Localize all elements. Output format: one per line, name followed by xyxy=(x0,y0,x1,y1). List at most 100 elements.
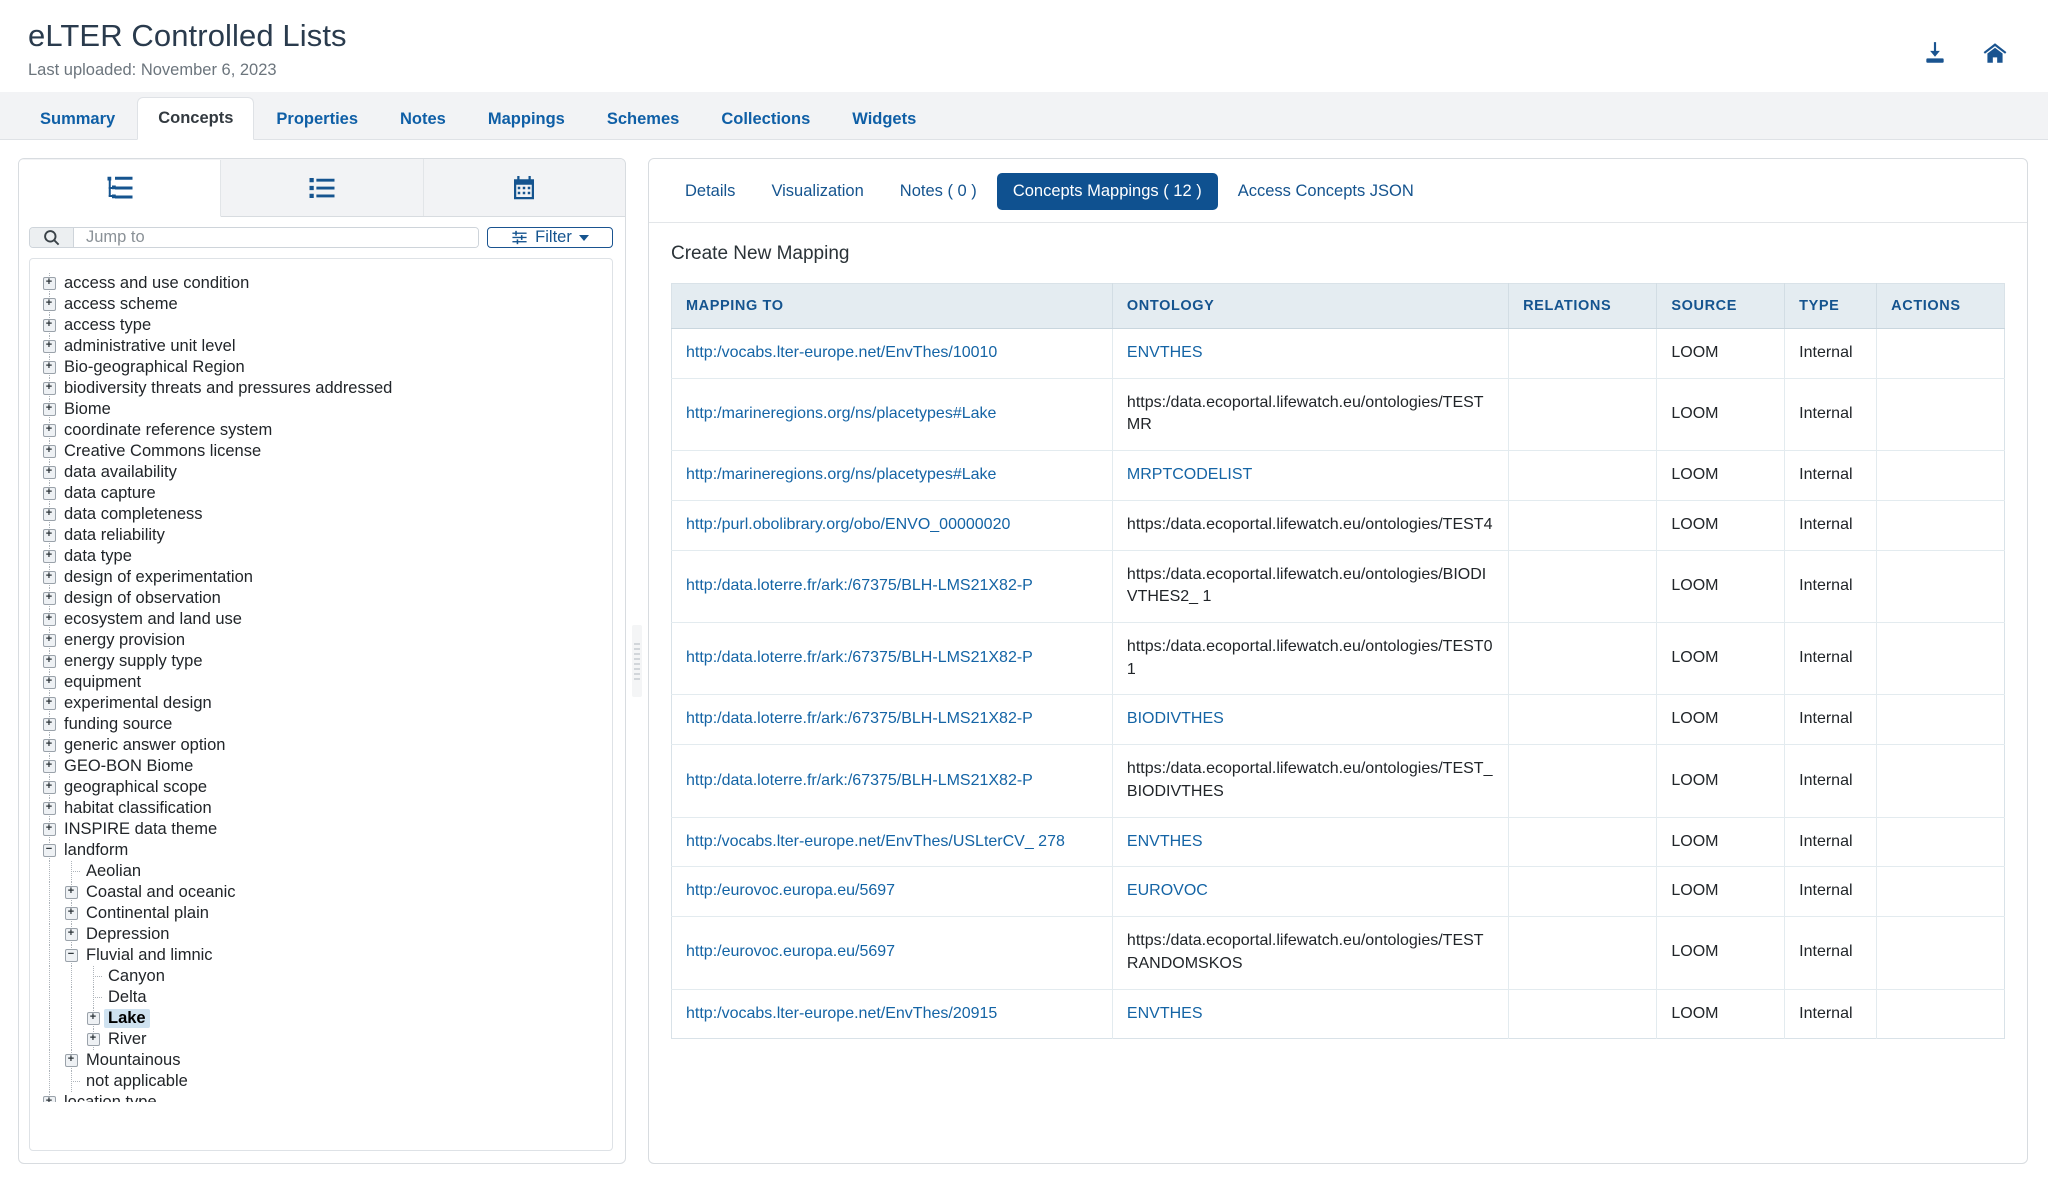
plus-icon[interactable]: + xyxy=(43,298,56,311)
plus-icon[interactable]: + xyxy=(43,823,56,836)
tree-row[interactable]: −Fluvial and limnic xyxy=(38,945,604,966)
minus-icon[interactable]: − xyxy=(65,949,78,962)
panel-splitter[interactable] xyxy=(626,158,648,1164)
tree-item-label[interactable]: Fluvial and limnic xyxy=(82,946,217,965)
tree-row[interactable]: +energy provision xyxy=(38,630,604,651)
tree-item-label[interactable]: funding source xyxy=(60,715,176,734)
mapping-to-link[interactable]: http:/data.loterre.fr/ark:/67375/BLH-LMS… xyxy=(686,649,1033,666)
tree-expand-toggle[interactable]: + xyxy=(38,630,60,651)
plus-icon[interactable]: + xyxy=(43,676,56,689)
ontology-link[interactable]: ENVTHES xyxy=(1127,1005,1203,1022)
tree-expand-toggle[interactable]: + xyxy=(82,1008,104,1029)
plus-icon[interactable]: + xyxy=(43,1096,56,1102)
tree-row[interactable]: +energy supply type xyxy=(38,651,604,672)
tree-row[interactable]: +GEO-BON Biome xyxy=(38,756,604,777)
tree-item-label[interactable]: Depression xyxy=(82,925,173,944)
tree-expand-toggle[interactable]: + xyxy=(38,441,60,462)
ontology-link[interactable]: EUROVOC xyxy=(1127,882,1208,899)
tree-expand-toggle[interactable]: + xyxy=(60,1050,82,1071)
tree-item-label[interactable]: Creative Commons license xyxy=(60,442,265,461)
ontology-link[interactable]: MRPTCODELIST xyxy=(1127,466,1252,483)
tree-row[interactable]: +generic answer option xyxy=(38,735,604,756)
tree-item-label[interactable]: access scheme xyxy=(60,295,182,314)
tree-item-label[interactable]: design of experimentation xyxy=(60,568,257,587)
tab-summary[interactable]: Summary xyxy=(20,99,135,141)
tree-item-label[interactable]: coordinate reference system xyxy=(60,421,276,440)
tree-row[interactable]: +funding source xyxy=(38,714,604,735)
mapping-to-link[interactable]: http:/marineregions.org/ns/placetypes#La… xyxy=(686,405,996,422)
tree-item-label[interactable]: location type xyxy=(60,1093,161,1102)
tree-row[interactable]: + River xyxy=(38,1029,604,1050)
mapping-to-link[interactable]: http:/data.loterre.fr/ark:/67375/BLH-LMS… xyxy=(686,772,1033,789)
tree-row[interactable]: + experimental design xyxy=(38,693,604,714)
tree-item-label[interactable]: access type xyxy=(60,316,155,335)
tree-item-label[interactable]: GEO-BON Biome xyxy=(60,757,197,776)
plus-icon[interactable]: + xyxy=(43,277,56,290)
home-icon[interactable] xyxy=(1980,38,2010,68)
plus-icon[interactable]: + xyxy=(65,907,78,920)
tree-expand-toggle[interactable]: + xyxy=(38,525,60,546)
mapping-to-link[interactable]: http:/purl.obolibrary.org/obo/ENVO_00000… xyxy=(686,516,1010,533)
tree-expand-toggle[interactable]: + xyxy=(38,609,60,630)
tree-item-label[interactable]: equipment xyxy=(60,673,145,692)
tree-item-label[interactable]: River xyxy=(104,1030,151,1049)
plus-icon[interactable]: + xyxy=(43,697,56,710)
tree-row[interactable]: + INSPIRE data theme xyxy=(38,819,604,840)
tree-expand-toggle[interactable]: + xyxy=(38,315,60,336)
tab-properties[interactable]: Properties xyxy=(256,99,378,141)
tree-row[interactable]: +data completeness xyxy=(38,504,604,525)
plus-icon[interactable]: + xyxy=(43,340,56,353)
tree-item-label[interactable]: Biome xyxy=(60,400,115,419)
plus-icon[interactable]: + xyxy=(43,781,56,794)
calendar-view-icon[interactable] xyxy=(424,159,625,216)
download-icon[interactable] xyxy=(1920,38,1950,68)
tree-expand-toggle[interactable]: + xyxy=(38,693,60,714)
tree-row[interactable]: +design of experimentation xyxy=(38,567,604,588)
tree-row[interactable]: +access type xyxy=(38,315,604,336)
tree-item-label[interactable]: Bio-geographical Region xyxy=(60,358,249,377)
tree-row[interactable]: +habitat classification xyxy=(38,798,604,819)
subtab-concepts-mappings[interactable]: Concepts Mappings ( 12 ) xyxy=(997,173,1218,210)
tree-expand-toggle[interactable]: + xyxy=(38,504,60,525)
tree-item-label[interactable]: INSPIRE data theme xyxy=(60,820,221,839)
tab-mappings[interactable]: Mappings xyxy=(468,99,585,141)
plus-icon[interactable]: + xyxy=(87,1012,100,1025)
plus-icon[interactable]: + xyxy=(43,382,56,395)
tree-item-label[interactable]: Mountainous xyxy=(82,1051,184,1070)
tab-concepts[interactable]: Concepts xyxy=(137,97,254,141)
ontology-link[interactable]: BIODIVTHES xyxy=(1127,710,1224,727)
tab-collections[interactable]: Collections xyxy=(701,99,830,141)
tree-expand-toggle[interactable]: + xyxy=(38,336,60,357)
plus-icon[interactable]: + xyxy=(87,1033,100,1046)
tree-expand-toggle[interactable]: + xyxy=(38,777,60,798)
plus-icon[interactable]: + xyxy=(43,529,56,542)
tree-expand-toggle[interactable]: + xyxy=(38,273,60,294)
tree-row[interactable]: +ecosystem and land use xyxy=(38,609,604,630)
tree-item-label[interactable]: administrative unit level xyxy=(60,337,240,356)
mapping-to-link[interactable]: http:/eurovoc.europa.eu/5697 xyxy=(686,882,895,899)
tree-collapse-toggle[interactable]: − xyxy=(60,945,82,966)
tree-item-label[interactable]: Coastal and oceanic xyxy=(82,883,240,902)
tree-row[interactable]: Canyon xyxy=(38,966,604,987)
tree-expand-toggle[interactable]: + xyxy=(38,378,60,399)
tree-item-label[interactable]: experimental design xyxy=(60,694,216,713)
tree-item-label[interactable]: energy provision xyxy=(60,631,189,650)
tree-item-label[interactable]: Aeolian xyxy=(82,862,145,881)
search-input[interactable] xyxy=(74,228,478,247)
plus-icon[interactable]: + xyxy=(65,886,78,899)
tree-item-label[interactable]: data completeness xyxy=(60,505,207,524)
tree-row[interactable]: + access scheme xyxy=(38,294,604,315)
tree-item-label[interactable]: data capture xyxy=(60,484,160,503)
mapping-to-link[interactable]: http:/vocabs.lter-europe.net/EnvThes/209… xyxy=(686,1005,997,1022)
tree-row[interactable]: Delta xyxy=(38,987,604,1008)
minus-icon[interactable]: − xyxy=(43,844,56,857)
tree-item-label[interactable]: data reliability xyxy=(60,526,169,545)
plus-icon[interactable]: + xyxy=(43,361,56,374)
plus-icon[interactable]: + xyxy=(43,466,56,479)
tree-row[interactable]: + data reliability xyxy=(38,525,604,546)
tree-item-label[interactable]: data type xyxy=(60,547,136,566)
tree-row[interactable]: + equipment xyxy=(38,672,604,693)
tree-expand-toggle[interactable]: + xyxy=(38,546,60,567)
tree-expand-toggle[interactable]: + xyxy=(38,756,60,777)
ontology-link[interactable]: ENVTHES xyxy=(1127,833,1203,850)
